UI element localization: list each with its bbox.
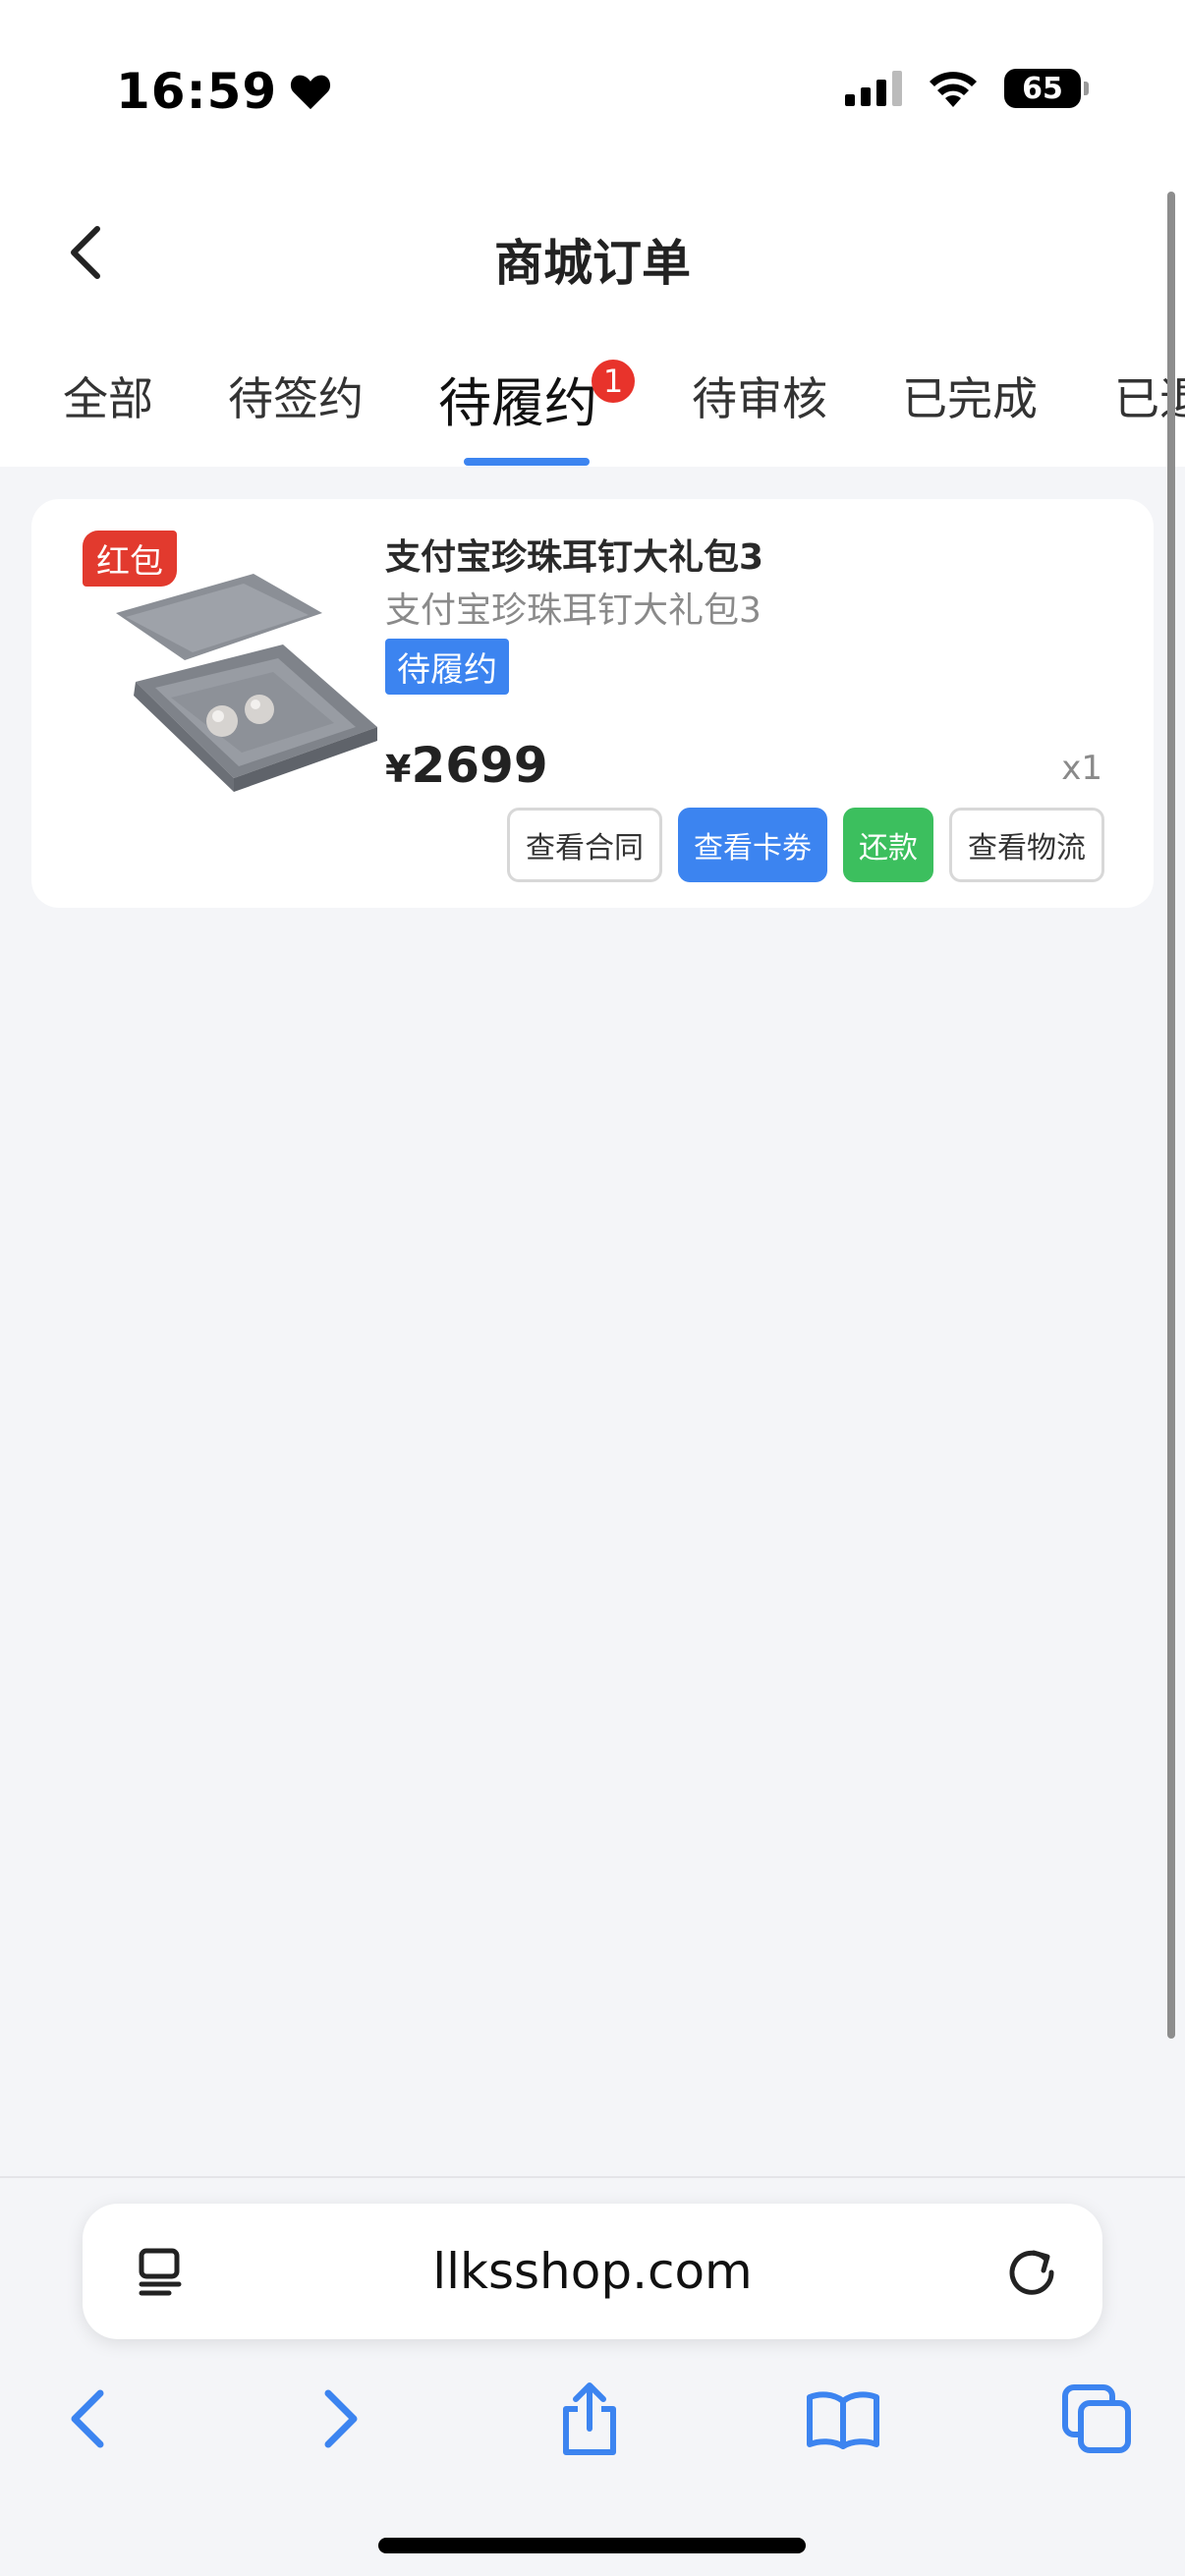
view-contract-button[interactable]: 查看合同 [507, 808, 662, 882]
browser-toolbar [0, 2370, 1185, 2488]
book-icon [807, 2391, 879, 2449]
order-quantity: x1 [1061, 749, 1102, 788]
share-button[interactable] [540, 2370, 639, 2468]
tab-pending-sign[interactable]: 待签约 [228, 364, 364, 428]
view-logistics-button[interactable]: 查看物流 [949, 808, 1104, 882]
tab-all[interactable]: 全部 [63, 364, 153, 428]
status-time: 16:59 [116, 63, 332, 120]
active-tab-indicator [464, 458, 590, 466]
heart-icon [291, 75, 331, 110]
scrollbar[interactable] [1167, 192, 1175, 2039]
tabs-icon [1062, 2384, 1131, 2453]
price-value: 2699 [411, 737, 548, 794]
tab-pending-fulfill[interactable]: 待履约 [438, 360, 597, 437]
browser-back-button[interactable] [37, 2370, 136, 2468]
status-bar: 16:59 65 [0, 0, 1185, 187]
product-subtitle: 支付宝珍珠耳钉大礼包3 [385, 590, 762, 631]
browser-forward-button[interactable] [293, 2370, 391, 2468]
page-title: 商城订单 [494, 235, 691, 292]
product-title: 支付宝珍珠耳钉大礼包3 [385, 537, 764, 578]
reload-icon[interactable] [1000, 2239, 1063, 2302]
nav-header: 商城订单 [0, 187, 1185, 324]
tab-pending-review[interactable]: 待审核 [692, 364, 827, 428]
currency-symbol: ¥ [385, 748, 412, 791]
status-icons: 65 [845, 69, 1089, 108]
repay-button[interactable]: 还款 [843, 808, 933, 882]
order-status-tabs: 全部 待签约 待履约 1 待审核 已完成 已退 [0, 324, 1185, 467]
battery-level: 65 [1022, 71, 1063, 106]
chevron-right-icon [324, 2389, 358, 2448]
order-actions: 查看合同 查看卡劵 还款 查看物流 [507, 808, 1104, 882]
tab-badge: 1 [592, 360, 635, 403]
battery-icon: 65 [1004, 69, 1089, 108]
tabs-button[interactable] [1047, 2370, 1146, 2468]
wifi-icon [930, 72, 977, 107]
address-bar[interactable]: llksshop.com [83, 2204, 1102, 2339]
view-coupon-button[interactable]: 查看卡劵 [678, 808, 827, 882]
order-card[interactable]: 红包 支付宝珍珠耳钉大礼包3 支付宝珍珠耳钉大礼包3 待履约 ¥2699 x1 … [31, 499, 1154, 908]
clock: 16:59 [116, 63, 278, 120]
bookmarks-button[interactable] [794, 2370, 892, 2468]
order-price: ¥2699 [385, 737, 548, 794]
browser-bottom-bar: llksshop.com [0, 2176, 1185, 2576]
share-icon [563, 2382, 616, 2455]
order-status-badge: 待履约 [385, 639, 509, 695]
red-packet-badge: 红包 [83, 531, 177, 587]
cellular-signal-icon [845, 71, 902, 106]
tab-completed[interactable]: 已完成 [902, 364, 1038, 428]
chevron-left-icon [71, 2389, 104, 2448]
url-text: llksshop.com [432, 2243, 753, 2300]
home-indicator [378, 2538, 806, 2553]
